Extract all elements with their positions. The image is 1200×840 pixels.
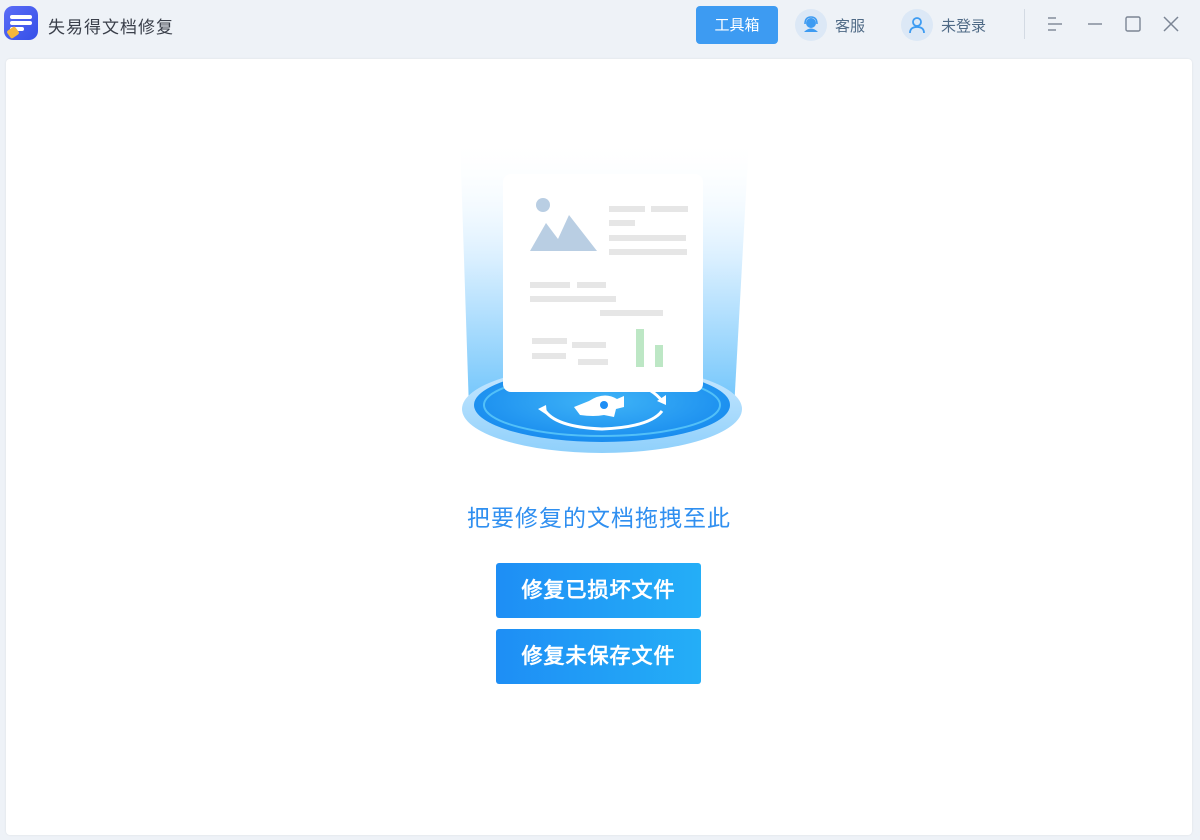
title-bar: 失易得文档修复 工具箱 客服 未登录 <box>0 0 1200 50</box>
main-panel: 把要修复的文档拖拽至此 修复已损坏文件 修复未保存文件 <box>6 59 1192 835</box>
maximize-icon[interactable] <box>1121 12 1145 36</box>
app-window: 失易得文档修复 工具箱 客服 未登录 把要修复的文档拖拽至此 修复已损坏文件 修… <box>0 0 1200 840</box>
titlebar-divider <box>1024 9 1025 39</box>
app-title: 失易得文档修复 <box>48 18 174 38</box>
document-repair-illustration[interactable] <box>454 139 749 464</box>
login-button[interactable]: 未登录 <box>901 8 986 42</box>
repair-unsaved-file-button[interactable]: 修复未保存文件 <box>496 629 701 684</box>
login-label: 未登录 <box>941 16 987 35</box>
minimize-icon[interactable] <box>1083 12 1107 36</box>
app-logo-icon <box>4 6 38 40</box>
drop-hint-text[interactable]: 把要修复的文档拖拽至此 <box>6 499 1192 533</box>
customer-service-button[interactable]: 客服 <box>795 8 865 42</box>
toolbox-button[interactable]: 工具箱 <box>696 6 778 44</box>
repair-damaged-file-button[interactable]: 修复已损坏文件 <box>496 563 701 618</box>
customer-service-icon <box>795 9 827 41</box>
close-icon[interactable] <box>1159 12 1183 36</box>
user-avatar-icon <box>901 9 933 41</box>
menu-icon[interactable] <box>1043 12 1067 36</box>
customer-service-label: 客服 <box>835 16 866 35</box>
